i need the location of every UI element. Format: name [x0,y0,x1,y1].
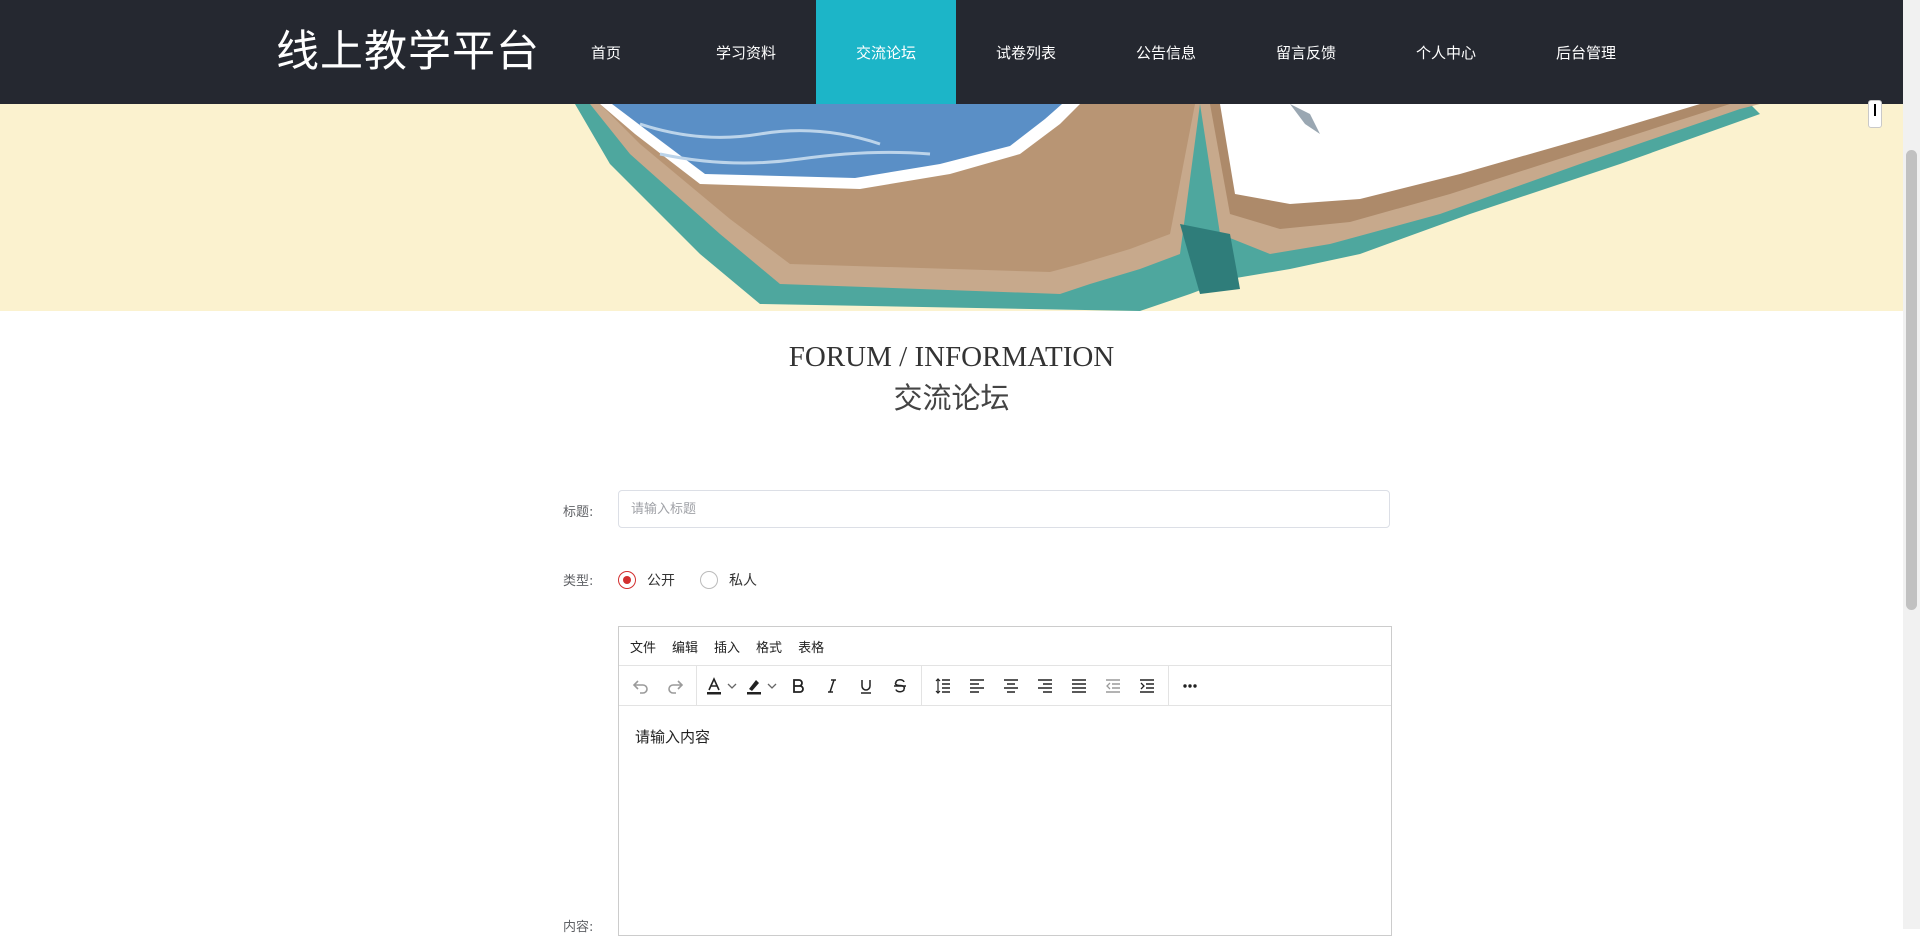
radio-public-label: 公开 [647,573,675,589]
site-logo[interactable]: 线上教学平台 [276,22,540,82]
redo-icon[interactable] [658,671,692,701]
underline-icon[interactable] [849,671,883,701]
rich-text-editor: 文件 编辑 插入 格式 表格 请输入内容 [618,626,1392,936]
scrollbar-thumb[interactable] [1906,150,1917,610]
nav-item-study-materials[interactable]: 学习资料 [676,0,816,104]
content-label: 内容: [563,920,594,935]
page-title-cn: 交流论坛 [893,383,1010,415]
nav-item-label: 公告信息 [1135,43,1196,62]
strikethrough-icon[interactable] [883,671,917,701]
editor-placeholder: 请输入内容 [635,728,711,746]
nav-item-admin[interactable]: 后台管理 [1516,0,1656,104]
menu-edit[interactable]: 编辑 [672,637,698,656]
chevron-down-icon[interactable] [727,671,741,701]
nav-item-feedback[interactable]: 留言反馈 [1236,0,1376,104]
top-navbar: 线上教学平台 首页 学习资料 交流论坛 试卷列表 公告信息 留言反馈 个人中心 … [0,0,1903,104]
title-label: 标题: [563,505,594,520]
editor-toolbar [619,666,1391,706]
editor-menubar: 文件 编辑 插入 格式 表格 [619,627,1391,666]
radio-private-label: 私人 [729,573,757,589]
line-height-icon[interactable] [926,671,960,701]
nav-item-label: 交流论坛 [855,43,916,62]
bold-icon[interactable] [781,671,815,701]
radio-circle [700,571,718,589]
nav-item-label: 留言反馈 [1275,43,1336,62]
align-center-icon[interactable] [994,671,1028,701]
undo-icon[interactable] [624,671,658,701]
highlight-icon[interactable] [741,671,767,701]
page-title-en: FORUM / INFORMATION [788,341,1115,373]
nav-item-home[interactable]: 首页 [536,0,676,104]
open-book-illustration [575,104,1760,311]
text-cursor-indicator [1868,100,1882,128]
nav-item-announcements[interactable]: 公告信息 [1096,0,1236,104]
vertical-scrollbar[interactable] [1903,0,1920,929]
indent-icon[interactable] [1130,671,1164,701]
chevron-down-icon[interactable] [767,671,781,701]
align-justify-icon[interactable] [1062,671,1096,701]
banner-image [0,104,1903,311]
menu-format[interactable]: 格式 [756,637,782,656]
nav-item-personal-center[interactable]: 个人中心 [1376,0,1516,104]
nav-item-label: 后台管理 [1555,43,1616,62]
nav-item-label: 学习资料 [715,43,776,62]
align-right-icon[interactable] [1028,671,1062,701]
radio-public[interactable]: 公开 [618,570,675,590]
nav-item-label: 试卷列表 [995,43,1056,62]
outdent-icon[interactable] [1096,671,1130,701]
menu-table[interactable]: 表格 [798,637,824,656]
nav-item-exam-list[interactable]: 试卷列表 [956,0,1096,104]
nav-item-label: 首页 [590,43,621,62]
menu-insert[interactable]: 插入 [714,637,740,656]
editor-content-area[interactable]: 请输入内容 [619,706,1391,767]
more-icon[interactable] [1173,671,1207,701]
italic-icon[interactable] [815,671,849,701]
nav-item-label: 个人中心 [1415,43,1476,62]
main-nav: 首页 学习资料 交流论坛 试卷列表 公告信息 留言反馈 个人中心 后台管理 [536,0,1656,104]
menu-file[interactable]: 文件 [630,637,656,656]
type-label: 类型: [563,574,594,589]
align-left-icon[interactable] [960,671,994,701]
radio-private[interactable]: 私人 [700,570,757,590]
radio-circle-checked [618,571,636,589]
nav-item-forum[interactable]: 交流论坛 [816,0,956,104]
text-color-icon[interactable] [701,671,727,701]
title-input[interactable] [618,490,1390,528]
